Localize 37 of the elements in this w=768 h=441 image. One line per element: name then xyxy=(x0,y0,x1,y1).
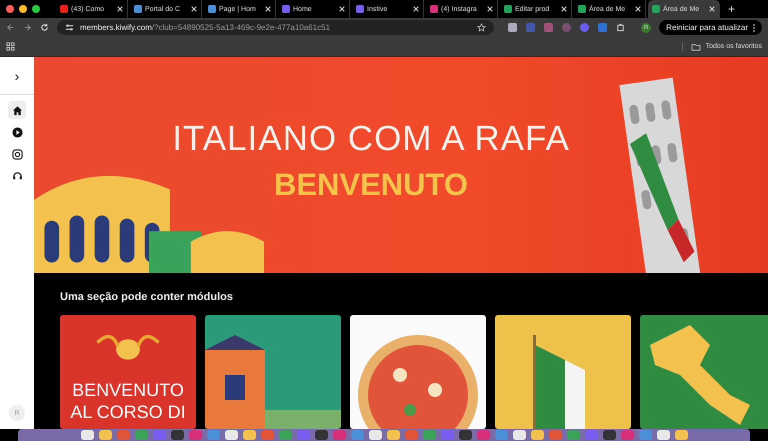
sidebar-item[interactable] xyxy=(8,101,26,119)
play-icon xyxy=(12,126,22,138)
italy-map-illustration[interactable] xyxy=(640,315,768,429)
banner-title: ITALIANO COM A RAFA xyxy=(172,119,570,159)
close-icon[interactable] xyxy=(265,6,271,12)
url-text: members.kiwify.com/?club=54890525-5a13-469c-9e2e-477a10a61c51 xyxy=(80,23,332,32)
close-icon[interactable] xyxy=(487,6,493,12)
puzzle-icon[interactable] xyxy=(616,23,626,32)
window-controls-icon[interactable] xyxy=(6,5,40,13)
headset-icon xyxy=(12,170,22,182)
section-title: Uma seção pode conter módulos xyxy=(60,291,234,303)
site-settings-icon[interactable] xyxy=(65,23,74,32)
close-icon[interactable] xyxy=(561,6,567,12)
close-icon[interactable] xyxy=(339,6,345,12)
update-button[interactable]: Reiniciar para atualizar xyxy=(659,20,762,35)
close-icon[interactable] xyxy=(191,6,197,12)
home-icon xyxy=(12,104,22,116)
module-card-text: AL CORSO DI xyxy=(70,401,186,423)
flag-illustration[interactable] xyxy=(495,315,631,429)
instagram-icon xyxy=(12,148,22,160)
forward-icon[interactable] xyxy=(23,23,32,32)
module-card-text: BENVENUTO xyxy=(72,379,184,401)
close-icon[interactable] xyxy=(117,6,123,12)
close-icon[interactable] xyxy=(413,6,419,12)
close-icon[interactable] xyxy=(709,6,715,12)
close-icon[interactable] xyxy=(635,6,641,12)
pizza-illustration[interactable] xyxy=(350,315,486,429)
folder-icon xyxy=(690,42,701,50)
bookmark-star-icon[interactable] xyxy=(477,23,486,32)
new-tab-button[interactable]: + xyxy=(722,2,742,16)
address-bar[interactable]: members.kiwify.com/?club=54890525-5a13-469c-9e2e-477a10a61c51 xyxy=(57,20,494,35)
apps-grid-icon[interactable] xyxy=(6,42,15,51)
back-icon[interactable] xyxy=(6,23,15,32)
banner-subtitle: BENVENUTO xyxy=(274,167,468,203)
reload-icon[interactable] xyxy=(40,23,49,32)
house-illustration[interactable] xyxy=(205,315,341,429)
module-card[interactable]: BENVENUTO AL CORSO DI xyxy=(60,315,196,429)
